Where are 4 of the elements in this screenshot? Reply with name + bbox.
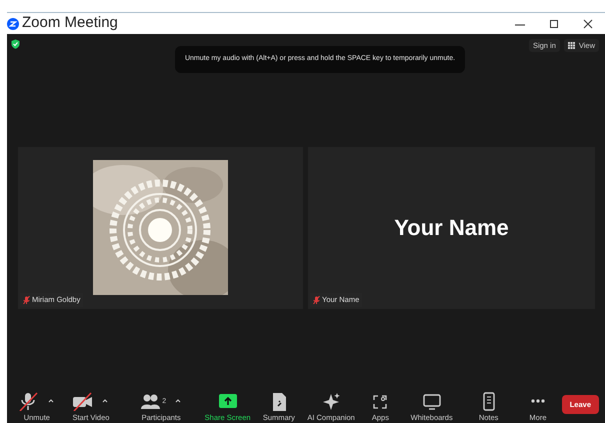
window-title: Zoom Meeting [22, 13, 118, 34]
more-icon [530, 399, 545, 403]
grid-icon [568, 42, 575, 49]
display-name: Your Name [394, 214, 509, 242]
